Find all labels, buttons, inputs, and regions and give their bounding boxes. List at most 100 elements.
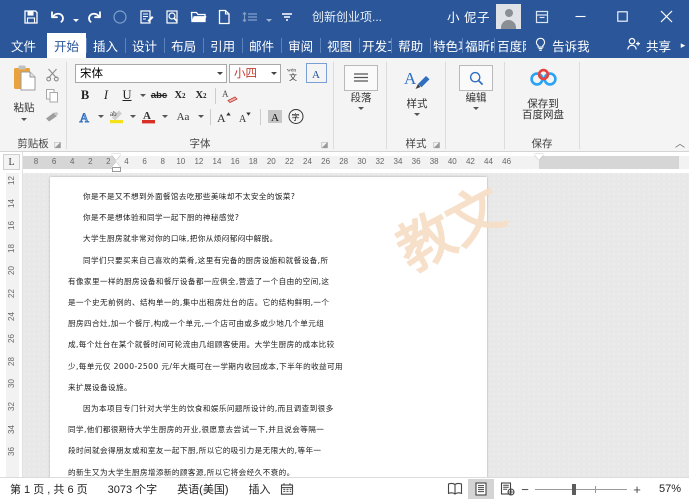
line-spacing-dropdown-icon[interactable] bbox=[263, 5, 274, 29]
strikethrough-icon[interactable]: abc bbox=[149, 86, 169, 106]
maximize-button[interactable] bbox=[601, 0, 643, 33]
document-page[interactable]: 教文 你是不是又不想到外面餐馆去吃那些美味却不太安全的饭菜? 你是不是想体验和同学… bbox=[50, 177, 516, 477]
page-info[interactable]: 第 1 页 , 共 6 页 bbox=[0, 481, 98, 497]
text-effects-dropdown-icon[interactable] bbox=[96, 107, 106, 127]
grow-font-icon[interactable]: A bbox=[215, 107, 235, 127]
document-line[interactable]: 的新生又为大学生厨房增添新的顾客源,所以它将会经久不衰的。 bbox=[68, 467, 295, 477]
tab-help[interactable]: 帮助 bbox=[391, 33, 430, 58]
collapse-ribbon-icon[interactable]: ︿ bbox=[675, 135, 685, 150]
font-color-dropdown-icon[interactable] bbox=[160, 107, 170, 127]
document-line[interactable]: 大学生厨房就非常对你的口味,把你从烦闷郁闷中解脱。 bbox=[83, 233, 278, 244]
close-button[interactable] bbox=[643, 0, 689, 33]
vertical-ruler[interactable]: L 12 14 16 18 20 22 24 26 28 30 32 34 36 bbox=[0, 152, 23, 477]
zoom-control[interactable]: − + 57% bbox=[520, 482, 689, 497]
zoom-slider[interactable] bbox=[535, 483, 627, 495]
edit-doc-icon[interactable] bbox=[133, 4, 159, 30]
zoom-percentage[interactable]: 57% bbox=[647, 483, 681, 495]
document-line[interactable]: 同学们只要买来自己喜欢的菜肴,这里有完备的厨房设施和就餐设备,所 bbox=[83, 255, 328, 266]
highlight-dropdown-icon[interactable] bbox=[128, 107, 138, 127]
font-name-dropdown-icon[interactable] bbox=[213, 72, 226, 75]
document-line[interactable]: 你是不是又不想到外面餐馆去吃那些美味却不太安全的饭菜? bbox=[83, 191, 295, 202]
share-button[interactable]: 共享 bbox=[620, 33, 677, 58]
horizontal-ruler[interactable]: 8 6 4 2 2 4 6 8 10 12 14 16 18 20 22 24 26 28 30 32 34 36 38 40… bbox=[23, 152, 689, 173]
font-name-combo[interactable]: 宋体 bbox=[75, 63, 227, 83]
bold-icon[interactable]: B bbox=[75, 86, 95, 106]
account[interactable]: 小 伲子 bbox=[447, 4, 521, 29]
customize-qat-icon[interactable] bbox=[274, 4, 300, 30]
styles-dialog-launcher-icon[interactable]: ◪ bbox=[433, 140, 442, 149]
font-size-dropdown-icon[interactable] bbox=[267, 72, 280, 75]
insert-mode[interactable]: 插入 bbox=[239, 481, 275, 497]
styles-dropdown-icon[interactable] bbox=[414, 113, 420, 116]
document-line[interactable]: 成,每个灶台在某个就餐时间可轮流由几组顾客使用。大学生厨房的成本比较 bbox=[68, 339, 335, 350]
styles-button[interactable]: A 样式 bbox=[393, 63, 441, 116]
new-doc-icon[interactable] bbox=[211, 4, 237, 30]
tab-scroll-right-icon[interactable]: ▸ bbox=[677, 33, 689, 58]
character-shading-icon[interactable]: A bbox=[265, 107, 285, 127]
phonetic-guide-icon[interactable]: wén 文 bbox=[283, 63, 304, 83]
zoom-in-button[interactable]: + bbox=[632, 482, 642, 497]
shrink-font-icon[interactable]: A bbox=[236, 107, 256, 127]
document-canvas[interactable]: 教文 你是不是又不想到外面餐馆去吃那些美味却不太安全的饭菜? 你是不是想体验和同学… bbox=[23, 173, 689, 477]
paragraph-dropdown-icon[interactable] bbox=[358, 107, 364, 110]
undo-icon[interactable] bbox=[44, 4, 70, 30]
paste-button[interactable]: 粘贴 bbox=[6, 63, 42, 121]
enclose-character-icon[interactable]: 字 bbox=[286, 107, 306, 127]
open-folder-icon[interactable] bbox=[185, 4, 211, 30]
document-line[interactable]: 有像家里一样的厨房设备和餐厅设备都一应俱全,营造了一个自由的空间,这 bbox=[68, 276, 329, 287]
minimize-button[interactable] bbox=[559, 0, 601, 33]
line-spacing-icon[interactable] bbox=[237, 4, 263, 30]
clear-format-icon[interactable]: A bbox=[220, 86, 240, 106]
tab-view[interactable]: 视图 bbox=[320, 33, 359, 58]
right-indent-marker[interactable] bbox=[534, 154, 544, 160]
print-layout-icon[interactable] bbox=[468, 479, 494, 499]
first-line-indent-marker[interactable] bbox=[111, 154, 121, 160]
cut-icon[interactable] bbox=[42, 65, 62, 83]
redo-icon[interactable] bbox=[81, 4, 107, 30]
superscript-icon[interactable]: X2 bbox=[191, 86, 211, 106]
change-case-dropdown-icon[interactable] bbox=[196, 107, 206, 127]
proofing-icon[interactable] bbox=[275, 479, 299, 499]
tab-stop-selector[interactable]: L bbox=[3, 154, 20, 170]
ribbon-display-options-icon[interactable] bbox=[525, 10, 559, 24]
editing-button[interactable]: 编辑 bbox=[452, 63, 500, 110]
italic-icon[interactable]: I bbox=[96, 86, 116, 106]
avatar[interactable] bbox=[496, 4, 521, 29]
paragraph-button[interactable]: 段落 bbox=[340, 63, 382, 110]
tab-insert[interactable]: 插入 bbox=[86, 33, 125, 58]
print-preview-icon[interactable] bbox=[159, 4, 185, 30]
tab-foxit-pdf[interactable]: 福昕P bbox=[462, 33, 494, 58]
circle-icon[interactable] bbox=[107, 4, 133, 30]
copy-icon[interactable] bbox=[42, 86, 62, 104]
read-mode-icon[interactable] bbox=[442, 479, 468, 499]
save-to-baidu-netdisk-button[interactable]: 保存到 百度网盘 bbox=[511, 63, 575, 121]
tab-home[interactable]: 开始 bbox=[47, 33, 87, 58]
document-line[interactable]: 你是不是想体验和同学一起下厨的神秘感觉? bbox=[83, 212, 239, 223]
text-effects-icon[interactable]: A bbox=[75, 107, 95, 127]
clipboard-dialog-launcher-icon[interactable]: ◪ bbox=[54, 140, 63, 149]
tab-developer[interactable]: 开发工 bbox=[359, 33, 391, 58]
font-color-icon[interactable]: A bbox=[139, 107, 159, 127]
left-indent-marker[interactable] bbox=[112, 167, 121, 172]
tell-me-box[interactable]: 告诉我 bbox=[526, 33, 598, 58]
tab-review[interactable]: 审阅 bbox=[281, 33, 320, 58]
document-line[interactable]: 厨房四合灶,加一个餐厅,构成一个单元,一个店可由或多或少地几个单元组 bbox=[68, 318, 324, 329]
tab-baidu-netdisk[interactable]: 百度网 bbox=[494, 33, 526, 58]
character-border-icon[interactable]: A bbox=[306, 63, 327, 83]
language-indicator[interactable]: 英语(美国) bbox=[167, 481, 238, 497]
word-count[interactable]: 3073 个字 bbox=[98, 481, 168, 497]
document-line[interactable]: 同学,他们都很期待大学生厨房的开业,很愿意去尝试一下,并且说会等隔一 bbox=[68, 424, 324, 435]
underline-dropdown-icon[interactable] bbox=[138, 86, 148, 106]
tab-file[interactable]: 文件 bbox=[0, 33, 47, 58]
editing-dropdown-icon[interactable] bbox=[473, 107, 479, 110]
tab-mailings[interactable]: 邮件 bbox=[242, 33, 281, 58]
change-case-icon[interactable]: Aa bbox=[171, 107, 195, 127]
document-line[interactable]: 少,每单元仅 2000-2500 元/年大概可在一学期内收回成本,下半年的收益可… bbox=[68, 361, 343, 372]
document-line[interactable]: 因为本项目专门针对大学生的饮食和娱乐问题所设计的,而且调查到很多 bbox=[83, 403, 334, 414]
save-icon[interactable] bbox=[18, 4, 44, 30]
font-dialog-launcher-icon[interactable]: ◪ bbox=[321, 140, 330, 149]
zoom-out-button[interactable]: − bbox=[520, 482, 530, 497]
highlight-icon[interactable]: ab bbox=[107, 107, 127, 127]
document-line[interactable]: 是一个史无前例的、结构单一的,集中出租房灶台的店。它的结构鲜明,一个 bbox=[68, 297, 329, 308]
format-painter-icon[interactable] bbox=[42, 107, 62, 125]
